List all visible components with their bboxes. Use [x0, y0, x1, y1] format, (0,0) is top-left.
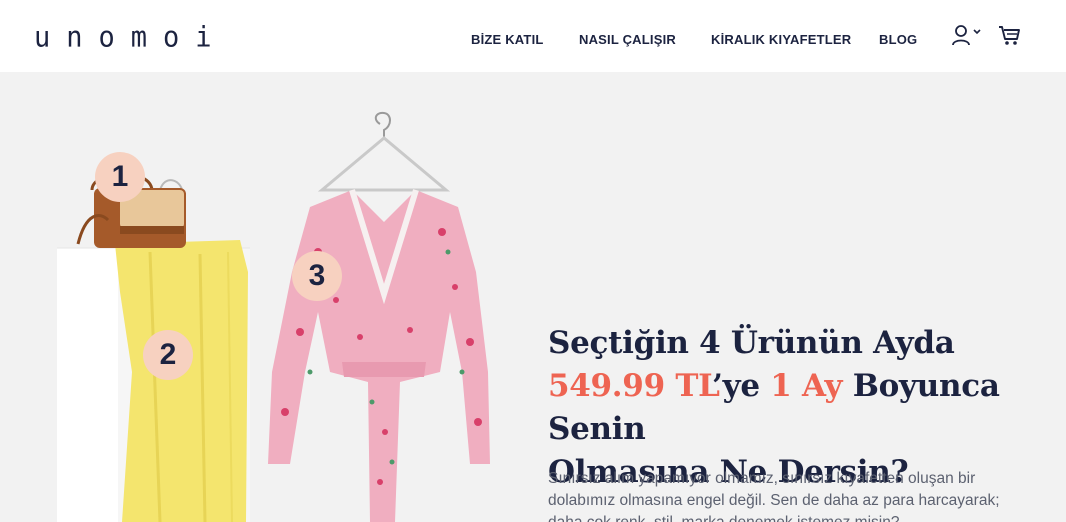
- nav-rental-clothes[interactable]: KİRALIK KIYAFETLER: [711, 32, 851, 47]
- hero-product-illustration: [57, 111, 490, 522]
- headline-duration: 1 Ay: [770, 368, 843, 404]
- brand-logo[interactable]: unomoi: [34, 23, 228, 51]
- headline-suffix: ’ye: [712, 368, 771, 404]
- hero-section: 1 2 3 Seçtiğin 4 Ürünün Ayda 549.99 TL’ye…: [0, 72, 1066, 522]
- site-header: unomoi BİZE KATIL NASIL ÇALIŞIR KİRALIK …: [0, 0, 1066, 72]
- hero-description: Sınırsız alım yapamıyor olmamız, sınırsı…: [548, 470, 1000, 522]
- product-number-badge: 2: [143, 330, 193, 380]
- nav-join[interactable]: BİZE KATIL: [471, 32, 544, 47]
- nav-blog[interactable]: BLOG: [879, 32, 917, 47]
- headline-price: 549.99 TL: [548, 368, 713, 404]
- nav-how-it-works[interactable]: NASIL ÇALIŞIR: [579, 32, 676, 47]
- product-number-badge: 3: [292, 251, 342, 301]
- product-number-badge: 1: [95, 152, 145, 202]
- cart-icon[interactable]: [998, 25, 1022, 52]
- user-icon[interactable]: [951, 25, 985, 52]
- headline-line-1: Seçtiğin 4 Ürünün Ayda: [548, 325, 955, 361]
